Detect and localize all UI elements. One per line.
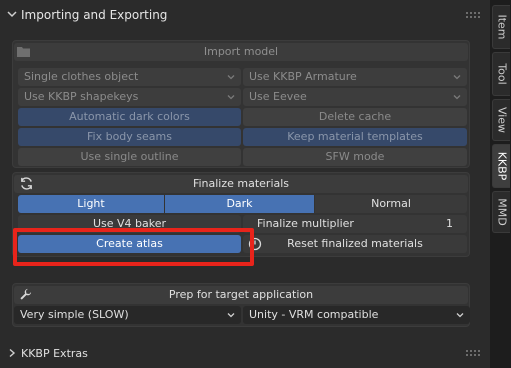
keep-material-templates-toggle[interactable]: Keep material templates	[243, 128, 467, 146]
target-app-dropdown[interactable]: Unity - VRM compatible	[243, 306, 470, 324]
reset-finalized-materials-label: Reset finalized materials	[287, 237, 423, 250]
tab-mmd[interactable]: MMD	[492, 191, 510, 233]
armature-mode-value: Use KKBP Armature	[249, 70, 357, 83]
fix-body-seams-toggle[interactable]: Fix body seams	[18, 128, 241, 146]
chevron-down-icon	[227, 95, 235, 100]
clothes-mode-value: Single clothes object	[24, 70, 139, 83]
auto-dark-colors-toggle[interactable]: Automatic dark colors	[18, 108, 241, 126]
simplify-dropdown[interactable]: Very simple (SLOW)	[14, 306, 241, 324]
panel-header[interactable]: Importing and Exporting	[0, 0, 490, 32]
panel-title: Importing and Exporting	[21, 8, 168, 22]
single-outline-toggle[interactable]: Use single outline	[18, 148, 241, 166]
sidebar-tab-bar: Item Tool View KKBP MMD	[490, 0, 511, 368]
drag-handle-icon[interactable]	[466, 12, 480, 20]
finalize-multiplier-value: 1	[446, 217, 453, 230]
chevron-down-icon	[453, 95, 461, 100]
chevron-down-icon	[453, 75, 461, 80]
import-model-header[interactable]: Import model	[14, 43, 468, 61]
light-mode-option[interactable]: Light	[18, 195, 164, 213]
tab-item[interactable]: Item	[492, 5, 510, 49]
kkbp-extras-header[interactable]: KKBP Extras	[0, 340, 490, 368]
chevron-right-icon	[9, 348, 16, 358]
tab-view[interactable]: View	[492, 99, 510, 141]
chevron-down-icon	[227, 313, 235, 318]
finalize-multiplier-label: Finalize multiplier	[257, 217, 354, 230]
tab-mmd-label: MMD	[495, 198, 508, 226]
sfw-mode-toggle[interactable]: SFW mode	[243, 148, 467, 166]
tab-view-label: View	[495, 106, 508, 134]
finalize-materials-button[interactable]: Finalize materials	[14, 175, 468, 193]
armature-mode-dropdown[interactable]: Use KKBP Armature	[243, 68, 467, 86]
renderer-value: Use Eevee	[249, 90, 307, 103]
tab-tool[interactable]: Tool	[492, 52, 510, 96]
tab-item-label: Item	[495, 14, 508, 40]
chevron-down-icon	[7, 11, 17, 18]
normal-mode-option[interactable]: Normal	[315, 195, 467, 213]
chevron-down-icon	[456, 313, 464, 318]
kkbp-extras-title: KKBP Extras	[21, 347, 88, 360]
simplify-value: Very simple (SLOW)	[20, 308, 129, 321]
import-model-label: Import model	[203, 45, 279, 58]
tab-tool-label: Tool	[495, 63, 508, 85]
dark-mode-option[interactable]: Dark	[165, 195, 314, 213]
clothes-mode-dropdown[interactable]: Single clothes object	[18, 68, 241, 86]
drag-handle-icon[interactable]	[466, 350, 480, 358]
tab-kkbp[interactable]: KKBP	[492, 144, 510, 188]
delete-cache-toggle[interactable]: Delete cache	[243, 108, 467, 126]
finalize-multiplier-field[interactable]: Finalize multiplier 1	[243, 215, 467, 233]
target-app-value: Unity - VRM compatible	[249, 308, 379, 321]
prep-for-target-button[interactable]: Prep for target application	[14, 286, 468, 304]
prep-for-target-label: Prep for target application	[168, 288, 314, 301]
highlight-annotation	[13, 228, 254, 266]
chevron-down-icon	[227, 75, 235, 80]
shapekeys-mode-value: Use KKBP shapekeys	[24, 90, 139, 103]
renderer-dropdown[interactable]: Use Eevee	[243, 88, 467, 106]
shapekeys-mode-dropdown[interactable]: Use KKBP shapekeys	[18, 88, 241, 106]
finalize-materials-label: Finalize materials	[192, 177, 290, 190]
reset-finalized-materials-button[interactable]: Reset finalized materials	[243, 235, 467, 253]
tab-kkbp-label: KKBP	[495, 151, 508, 181]
